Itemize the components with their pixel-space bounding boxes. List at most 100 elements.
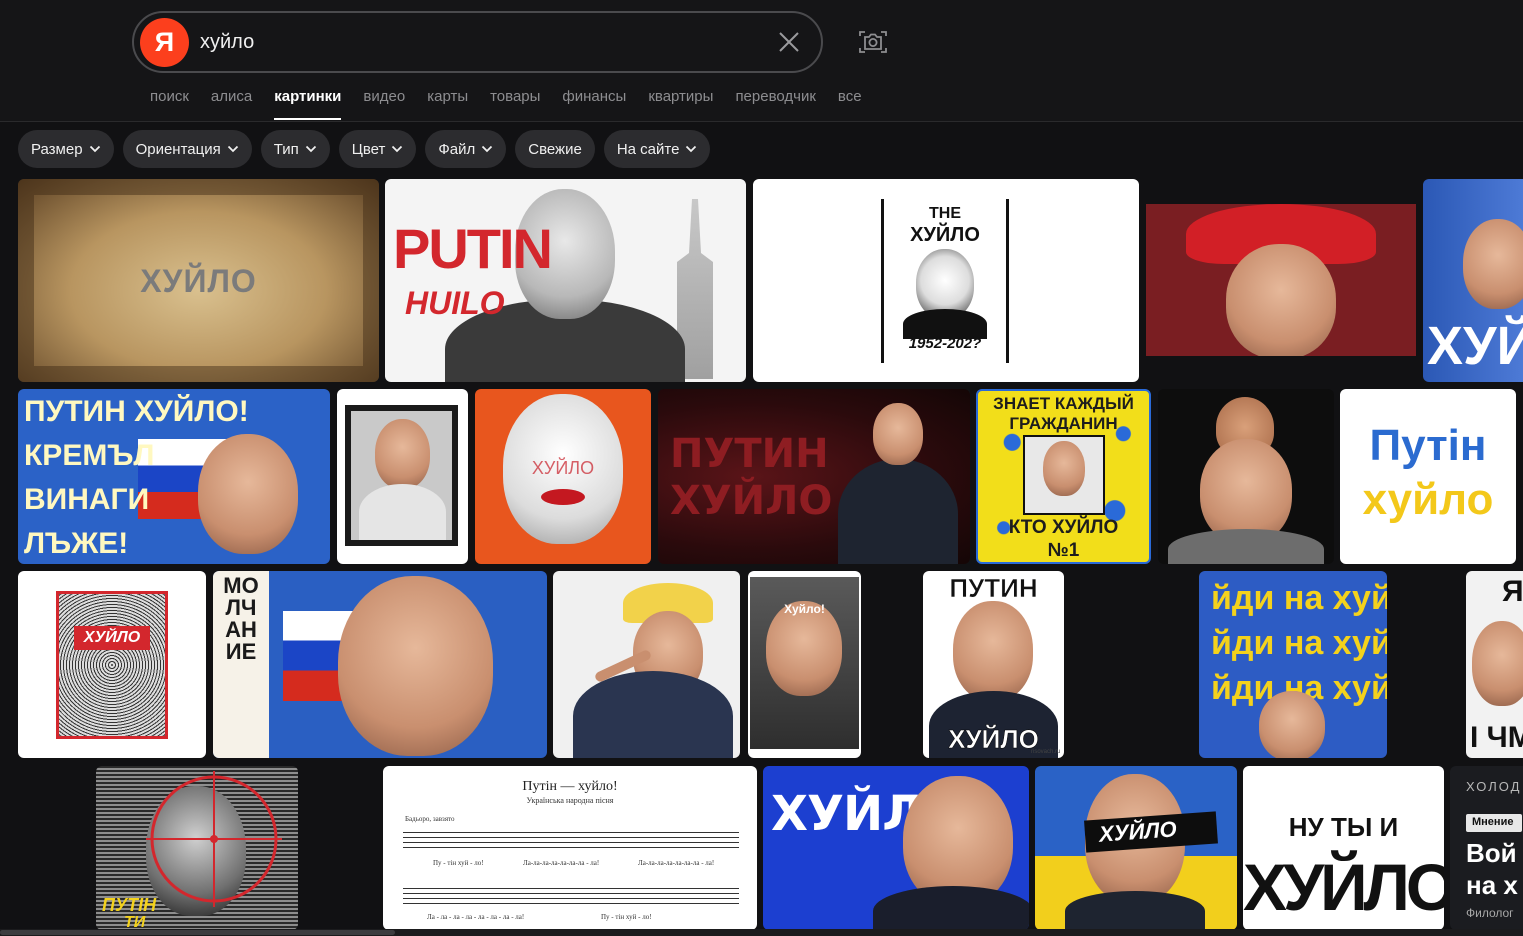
result-image[interactable]: ХУЙЛО (475, 389, 651, 564)
image-caption: HUILO (405, 285, 505, 321)
sheet-lyrics: Пу - тін хуй - ло! (433, 859, 484, 867)
result-image[interactable]: ПУТИН ХУЙЛО! КРЕМЪЛ ВИНАГИ ЛЪЖЕ! (18, 389, 330, 564)
result-image[interactable] (553, 571, 740, 758)
search-box[interactable]: Я (132, 11, 823, 73)
result-image[interactable]: МОЛЧАНИЕ (213, 571, 547, 758)
image-caption: І ЧМ (1470, 721, 1523, 754)
result-image[interactable]: ХУЙЛО (18, 571, 206, 758)
image-caption: КТО ХУЙЛО (1008, 517, 1119, 538)
result-image[interactable]: THE ХУЙЛО 1952-202? (753, 179, 1139, 382)
image-caption: хуйло (1362, 475, 1494, 524)
result-image[interactable] (1146, 204, 1416, 356)
search-input[interactable] (200, 27, 760, 57)
tab-images[interactable]: картинки (274, 88, 342, 120)
result-image[interactable] (337, 389, 468, 564)
sheet-tempo: Бадьоро, завзято (405, 815, 455, 823)
chevron-down-icon (482, 145, 493, 153)
filter-type[interactable]: Тип (260, 130, 330, 168)
image-caption: №1 (1047, 540, 1080, 561)
filter-label: На сайте (616, 140, 680, 158)
sheet-lyrics: Ла-ла-ла-ла-ла-ла-ла - ла! (523, 859, 600, 867)
image-caption: ТИ (124, 914, 146, 931)
filter-label: Размер (31, 140, 83, 158)
image-caption: ПУТИН (670, 431, 829, 477)
image-caption: THE (929, 205, 961, 222)
image-search-button[interactable] (856, 25, 890, 59)
filter-orientation[interactable]: Ориентация (122, 130, 252, 168)
result-image[interactable]: НУ ТЫ И ХУЙЛО (1243, 766, 1444, 930)
sheet-title: Путін — хуйло! (522, 779, 618, 794)
tab-translator[interactable]: переводчик (735, 88, 815, 120)
tab-all[interactable]: все (838, 88, 862, 120)
result-image[interactable]: ХУЙЛО (763, 766, 1029, 930)
header: Я поиск алиса картинки видео карты товар… (0, 0, 1523, 122)
image-caption: Я (1502, 575, 1523, 608)
result-image[interactable]: ХУЙЛО (18, 179, 379, 382)
result-image[interactable] (1158, 389, 1334, 564)
face-photo (953, 601, 1033, 701)
scrollbar-thumb[interactable] (0, 930, 395, 935)
image-caption: ПУТИН (949, 573, 1038, 603)
image-caption: ХУЙ (1427, 316, 1523, 376)
filter-label: Файл (438, 140, 476, 158)
face-photo (1463, 219, 1523, 309)
result-image[interactable]: ХУЙ (1423, 179, 1523, 382)
filter-color[interactable]: Цвет (338, 130, 417, 168)
result-image[interactable]: Я І ЧМ (1466, 571, 1523, 758)
chevron-down-icon (686, 145, 697, 153)
image-caption: НУ ТЫ И (1288, 812, 1399, 842)
filter-label: Тип (273, 140, 299, 158)
image-caption: ВИНАГИ (24, 483, 150, 516)
filter-size[interactable]: Размер (18, 130, 114, 168)
sheet-subtitle: Українська народна пісня (526, 796, 614, 805)
tab-products[interactable]: товары (490, 88, 540, 120)
face-photo (198, 434, 298, 554)
result-image[interactable]: ПУТИН ХУЙЛО risovach.ru (923, 571, 1064, 758)
search-tabs: поиск алиса картинки видео карты товары … (150, 88, 884, 120)
face-photo (375, 419, 430, 489)
chevron-down-icon (392, 145, 403, 153)
result-image[interactable]: ЗНАЕТ КАЖДЫЙ ГРАЖДАНИН КТО ХУЙЛО №1 (976, 389, 1151, 564)
filter-label: Свежие (528, 140, 582, 158)
site-watermark: risovach.ru (1031, 749, 1061, 755)
music-staff (403, 832, 739, 852)
face-photo (1472, 621, 1523, 706)
image-caption: Хуйло! (784, 602, 825, 616)
logo-letter: Я (154, 27, 175, 57)
result-image[interactable]: Путін хуйло (1340, 389, 1516, 564)
horizontal-scrollbar[interactable] (0, 929, 1523, 936)
tab-maps[interactable]: карты (427, 88, 468, 120)
result-image[interactable]: Хуйло! (748, 571, 861, 758)
result-image[interactable]: Путін — хуйло! Українська народна пісня … (383, 766, 757, 930)
result-image[interactable]: йди на хуй йди на хуй йди на хуй (1199, 571, 1387, 758)
tab-alisa[interactable]: алиса (211, 88, 252, 120)
face-photo (1226, 244, 1336, 356)
filter-file[interactable]: Файл (425, 130, 507, 168)
result-image[interactable]: ХОЛОД Мнение Вой на х Филолог (1450, 766, 1523, 930)
image-caption: ХУЙЛО (1098, 816, 1178, 847)
cartoon-lips (541, 489, 585, 505)
image-caption: ПУТИН ХУЙЛО! (24, 395, 249, 428)
tab-search[interactable]: поиск (150, 88, 189, 120)
filter-fresh[interactable]: Свежие (515, 130, 595, 168)
result-image[interactable]: ПУТИН ХУЙЛО (658, 389, 970, 564)
tab-finance[interactable]: финансы (562, 88, 626, 120)
suit-photo (1168, 529, 1324, 564)
filter-on-site[interactable]: На сайте (603, 130, 711, 168)
image-caption: КРЕМЪЛ (24, 439, 155, 472)
sticker-frame (56, 591, 168, 739)
sweater (359, 484, 446, 540)
clear-search-button[interactable] (774, 27, 804, 57)
filter-label: Цвет (351, 140, 386, 158)
news-header: ХОЛОД (1466, 779, 1522, 794)
sheet-lyrics: Ла-ла-ла-ла-ла-ла-ла - ла! (638, 859, 715, 867)
image-caption: Путін (1369, 421, 1487, 470)
yandex-logo[interactable]: Я (140, 18, 189, 67)
result-image[interactable]: ПУТІН ТИ (96, 766, 298, 930)
tab-apartments[interactable]: квартиры (648, 88, 713, 120)
camera-search-icon (859, 31, 887, 53)
tab-video[interactable]: видео (363, 88, 405, 120)
result-image[interactable]: ХУЙЛО (1035, 766, 1237, 930)
crosshair-icon (146, 771, 282, 907)
result-image[interactable]: PUTIN HUILO (385, 179, 746, 382)
